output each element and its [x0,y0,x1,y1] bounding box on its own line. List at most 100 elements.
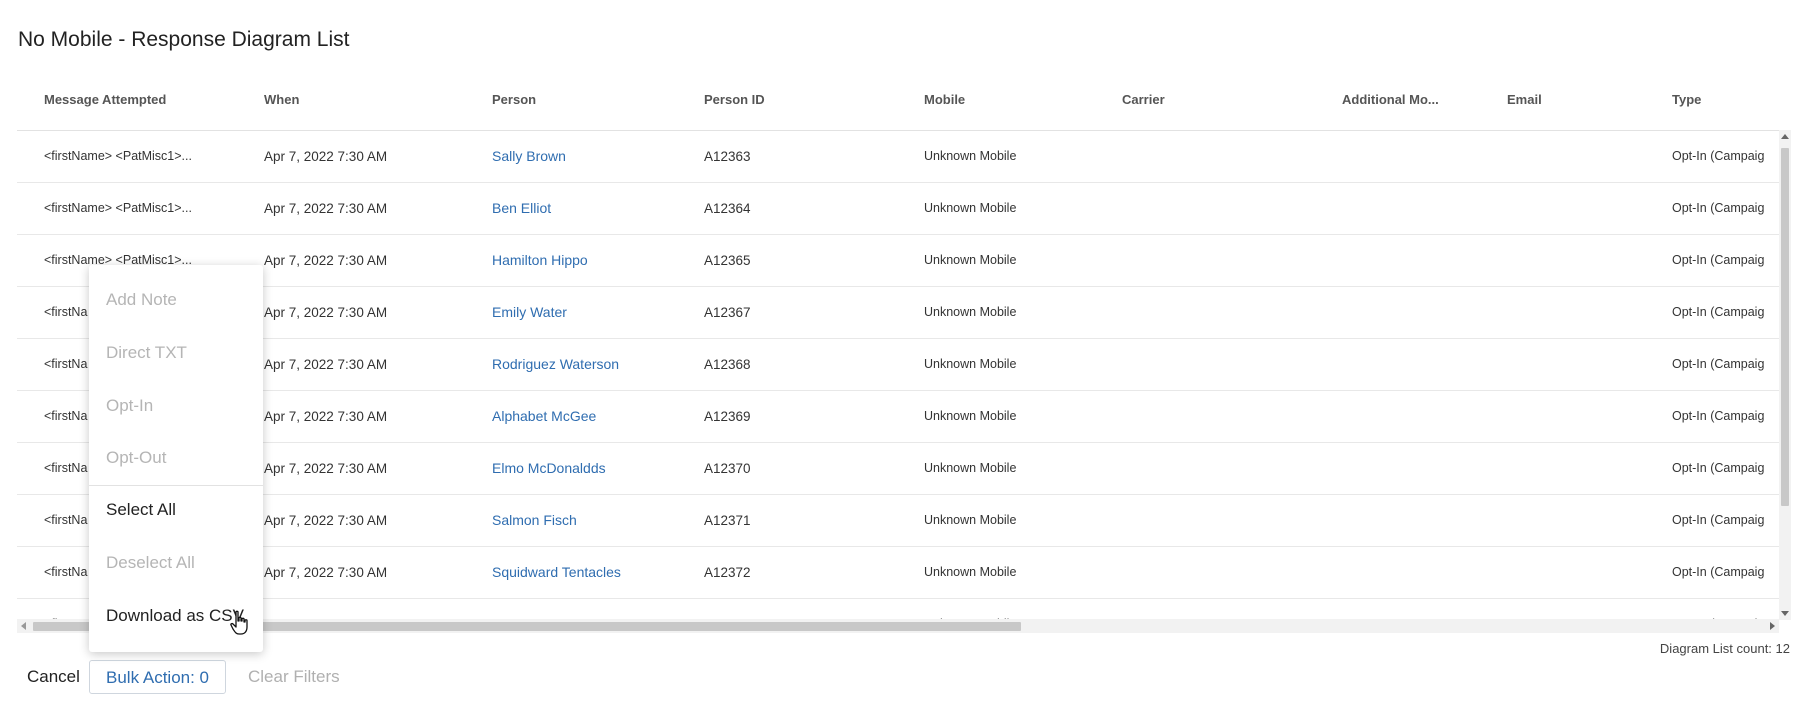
cell-email [1507,235,1637,286]
cell-email [1507,443,1637,494]
cell-additional-mobile [1342,443,1442,494]
column-header-message-attempted[interactable]: Message Attempted [44,80,234,130]
cancel-button[interactable]: Cancel [11,660,96,694]
person-link[interactable]: Elmo McDonaldds [492,443,692,494]
cell-type: Opt-In (Campaig [1672,565,1765,579]
cell-carrier [1122,443,1302,494]
cell-additional-mobile [1342,339,1442,390]
cell-when: Apr 7, 2022 7:30 AM [264,149,388,164]
person-link[interactable]: Squidward Tentacles [492,547,692,598]
person-link[interactable]: Alphabet McGee [492,391,692,442]
cell-type: Opt-In (Campaig [1672,201,1765,215]
cell-mobile: Unknown Mobile [924,201,1017,215]
table-row[interactable]: <firstNa Apr 7, 2022 7:30 AM Salmon Fisch A… [17,495,1779,547]
cell-mobile: Unknown Mobile [924,149,1017,163]
menu-item-deselect-all[interactable]: Deselect All [89,543,263,583]
cell-when: Apr 7, 2022 7:30 AM [264,201,388,216]
column-header-person[interactable]: Person [492,80,692,130]
table-row[interactable]: <firstNa Apr 7, 2022 7:30 AM Rodriguez Wat… [17,339,1779,391]
cell-when: Apr 7, 2022 7:30 AM [264,461,388,476]
cell-person-id: A12367 [704,305,751,320]
column-header-when[interactable]: When [264,80,464,130]
person-link[interactable]: Emily Water [492,287,692,338]
cell-carrier [1122,287,1302,338]
column-header-email[interactable]: Email [1507,80,1637,130]
bulk-action-menu: Add Note Direct TXT Opt-In Opt-Out Selec… [89,265,263,652]
column-header-additional-mobile[interactable]: Additional Mo... [1342,80,1442,130]
cell-type: Opt-In (Campaig [1672,513,1765,527]
cell-carrier [1122,391,1302,442]
scroll-down-icon[interactable] [1781,611,1789,616]
table-row[interactable]: <firstName> <PatMisc1>... Apr 7, 2022 7:3… [17,131,1779,183]
cell-email [1507,547,1637,598]
cell-carrier [1122,131,1302,182]
cell-carrier [1122,495,1302,546]
column-header-carrier[interactable]: Carrier [1122,80,1302,130]
column-header-person-id[interactable]: Person ID [704,80,884,130]
cell-carrier [1122,183,1302,234]
table-header: Message Attempted When Person Person ID Mobi… [17,80,1779,131]
cell-email [1507,391,1637,442]
cell-additional-mobile [1342,131,1442,182]
cell-person-id: A12371 [704,513,751,528]
table-row[interactable]: <firstNa Apr 7, 2022 7:30 AM Elmo McDonald… [17,443,1779,495]
menu-item-opt-out[interactable]: Opt-Out [89,438,263,478]
table-row[interactable]: <firstNa Apr 7, 2022 7:30 AM Emily Water A1… [17,287,1779,339]
vertical-scrollbar[interactable] [1779,130,1791,620]
menu-item-opt-in[interactable]: Opt-In [89,386,263,426]
cell-email [1507,287,1637,338]
cell-type: Opt-In (Campaig [1672,305,1765,319]
scroll-up-icon[interactable] [1781,134,1789,139]
cell-email [1507,183,1637,234]
cell-mobile: Unknown Mobile [924,357,1017,371]
person-link[interactable]: Rodriguez Waterson [492,339,692,390]
bulk-action-button[interactable]: Bulk Action: 0 [89,660,227,694]
column-header-type[interactable]: Type [1672,80,1779,130]
menu-item-select-all[interactable]: Select All [89,490,263,530]
person-link[interactable]: Sally Brown [492,131,692,182]
cell-type: Opt-In (Campaig [1672,461,1765,475]
cell-additional-mobile [1342,287,1442,338]
horizontal-scrollbar[interactable] [17,619,1779,633]
cell-carrier [1122,235,1302,286]
person-link[interactable]: Ben Elliot [492,183,692,234]
scroll-right-icon[interactable] [1770,622,1775,630]
clear-filters-button[interactable]: Clear Filters [232,660,356,694]
cell-when: Apr 7, 2022 7:30 AM [264,357,388,372]
menu-item-direct-txt[interactable]: Direct TXT [89,333,263,373]
cell-email [1507,131,1637,182]
column-header-mobile[interactable]: Mobile [924,80,1104,130]
vertical-scroll-thumb[interactable] [1781,148,1789,506]
cell-person-id: A12365 [704,253,751,268]
cell-when: Apr 7, 2022 7:30 AM [264,565,388,580]
cell-person-id: A12363 [704,149,751,164]
cell-mobile: Unknown Mobile [924,253,1017,267]
cell-mobile: Unknown Mobile [924,513,1017,527]
table-row[interactable]: <firstName> <PatMisc1>... Apr 7, 2022 7:3… [17,235,1779,287]
cell-when: Apr 7, 2022 7:30 AM [264,409,388,424]
cell-person-id: A12372 [704,565,751,580]
cell-additional-mobile [1342,235,1442,286]
cell-additional-mobile [1342,183,1442,234]
table-row[interactable]: <firstName> <PatMisc1>... Apr 7, 2022 7:3… [17,183,1779,235]
table-row[interactable]: <firstNa Apr 7, 2022 7:30 AM Alphabet McGe… [17,391,1779,443]
person-link[interactable]: Salmon Fisch [492,495,692,546]
person-link[interactable]: Hamilton Hippo [492,235,692,286]
menu-item-add-note[interactable]: Add Note [89,280,263,320]
cell-person-id: A12370 [704,461,751,476]
hand-pointer-icon [230,610,248,635]
cell-email [1507,339,1637,390]
cell-mobile: Unknown Mobile [924,461,1017,475]
cell-mobile: Unknown Mobile [924,565,1017,579]
scroll-left-icon[interactable] [21,622,26,630]
cell-when: Apr 7, 2022 7:30 AM [264,513,388,528]
cell-message-attempted: <firstName> <PatMisc1>... [44,201,192,215]
cell-email [1507,495,1637,546]
diagram-list-table: Message Attempted When Person Person ID Mobi… [17,80,1779,633]
cell-person-id: A12368 [704,357,751,372]
cell-carrier [1122,339,1302,390]
cell-person-id: A12364 [704,201,751,216]
table-row[interactable]: <firstNa Apr 7, 2022 7:30 AM Squidward Ten… [17,547,1779,599]
cell-additional-mobile [1342,495,1442,546]
cell-additional-mobile [1342,391,1442,442]
